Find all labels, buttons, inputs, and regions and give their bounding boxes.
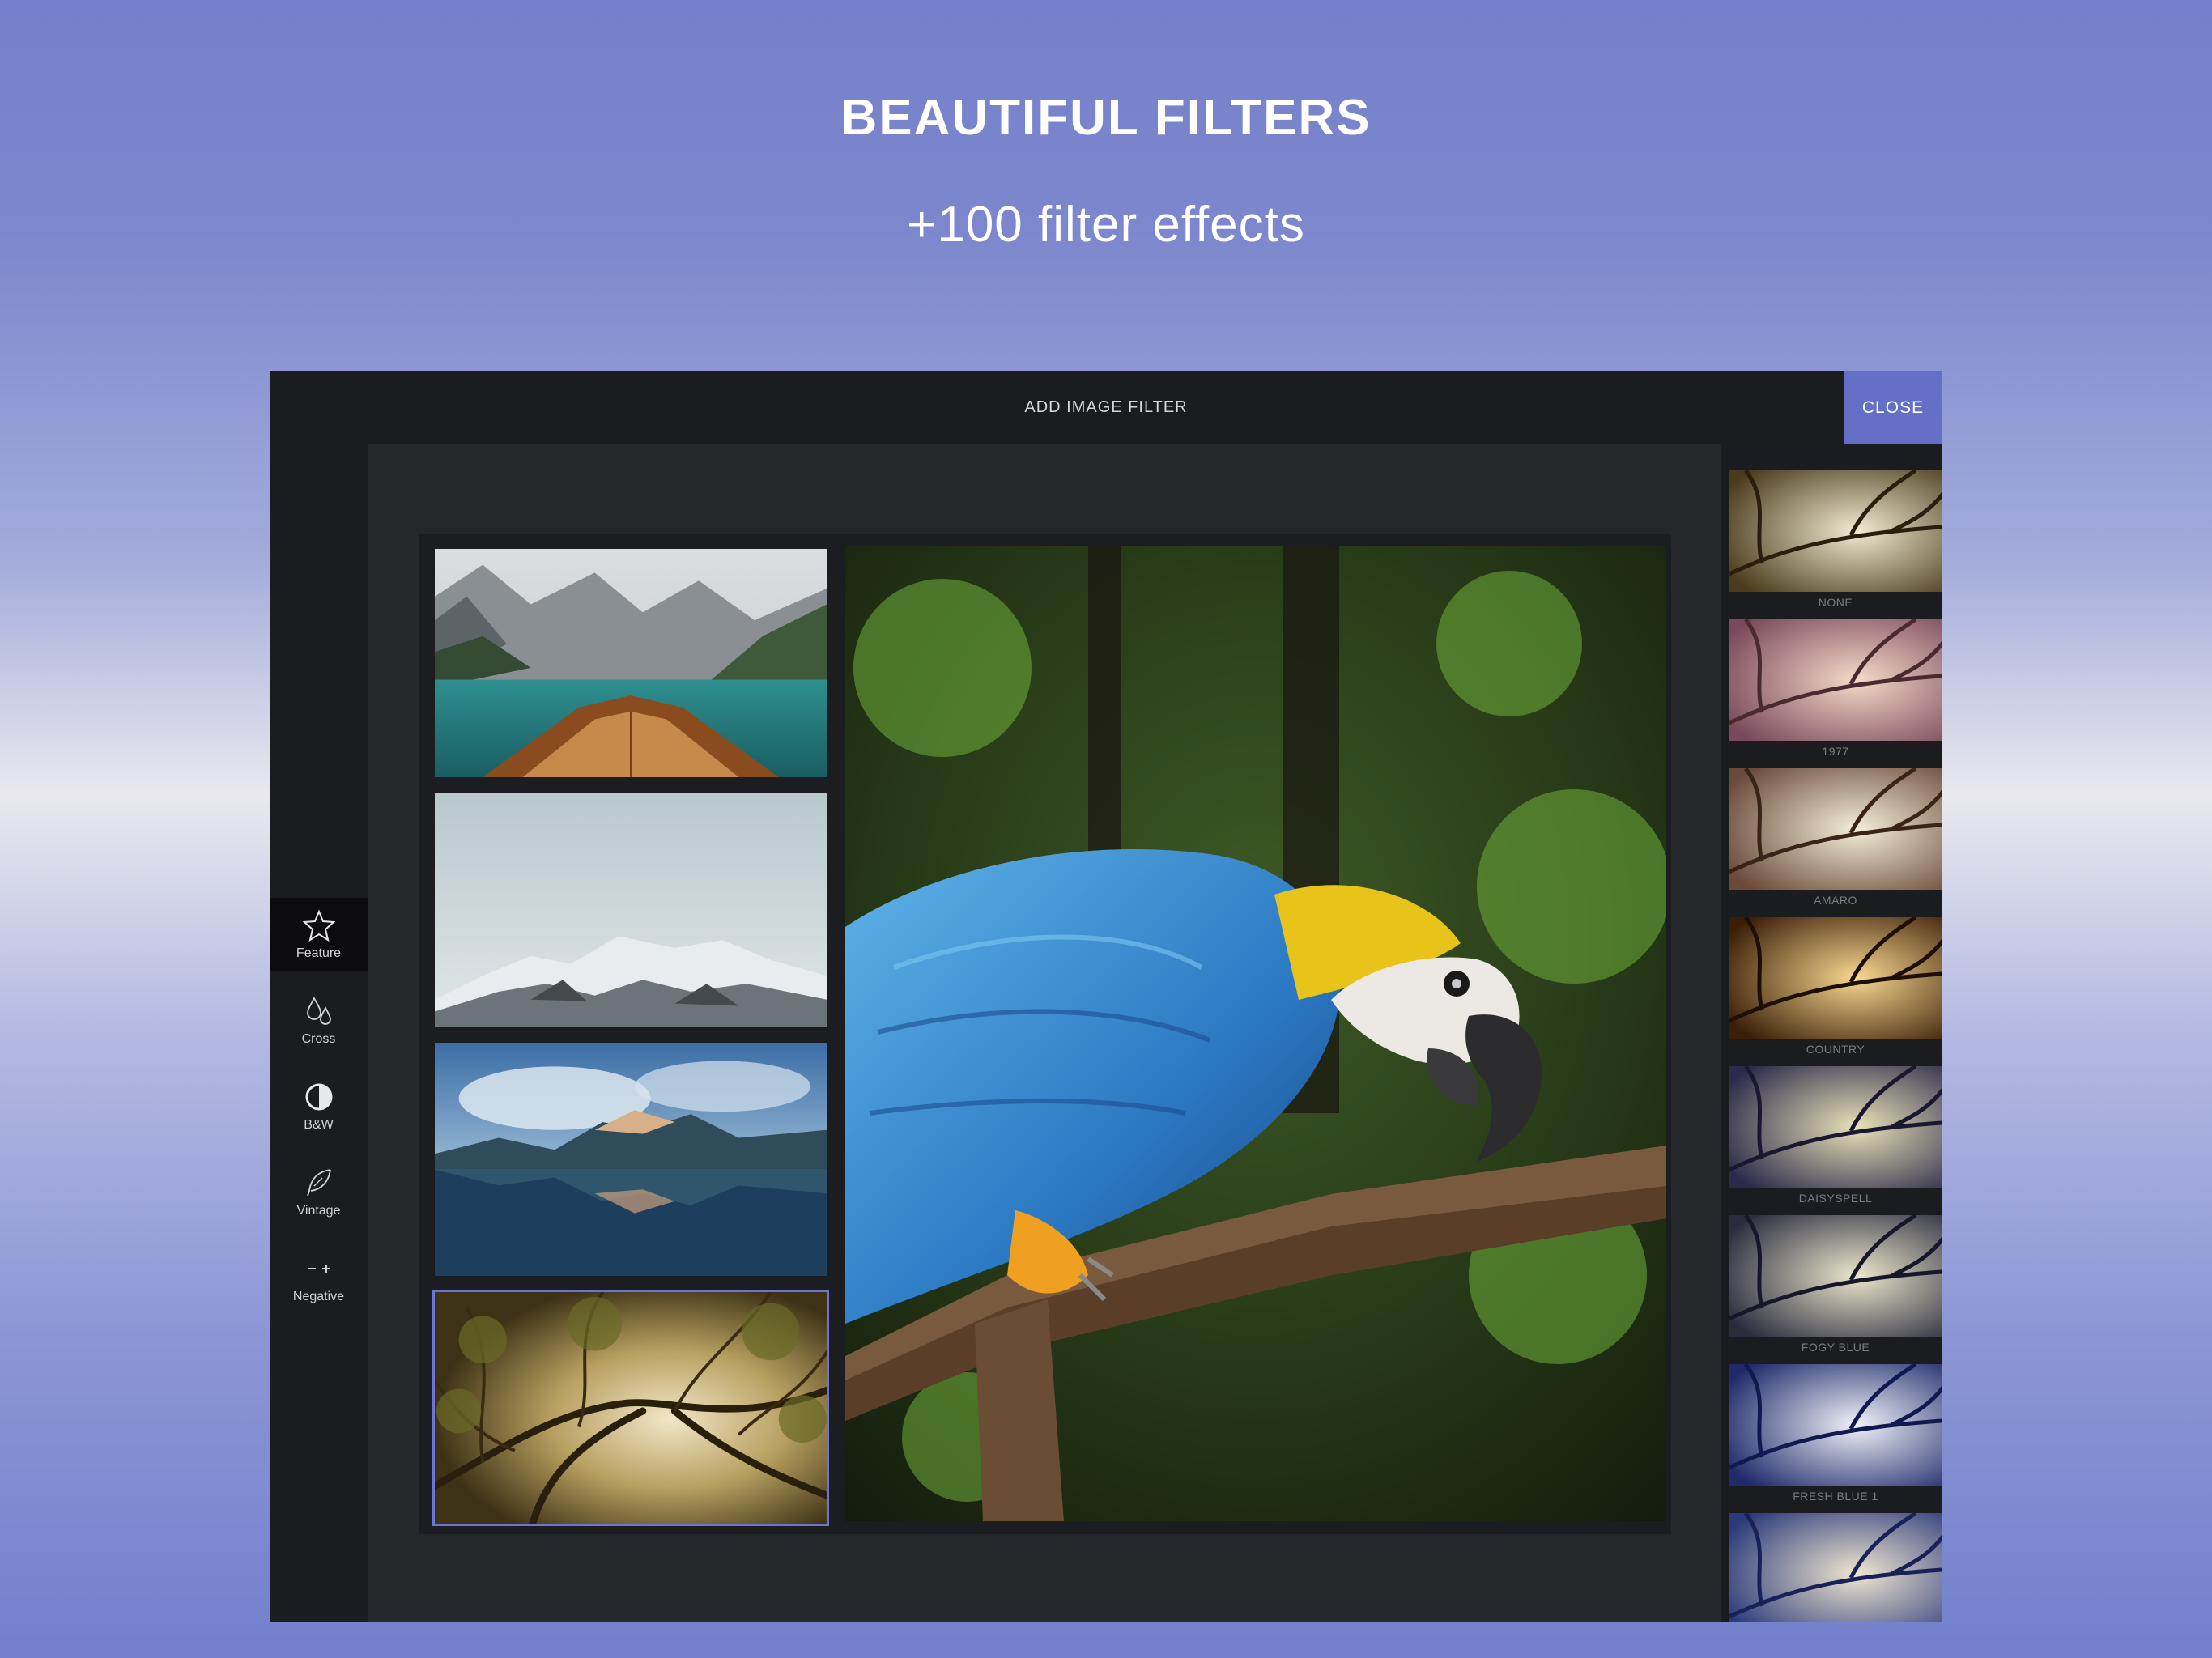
filter-label: NONE bbox=[1818, 596, 1853, 609]
filter-category-sidebar: Feature Cross B&W Vintage Negative bbox=[270, 444, 368, 1622]
filter-preset[interactable]: FOGY BLUE bbox=[1729, 1215, 1942, 1363]
sidebar-item-negative[interactable]: Negative bbox=[270, 1241, 368, 1314]
sidebar-item-feature[interactable]: Feature bbox=[270, 898, 368, 971]
filter-preview-image bbox=[1729, 1513, 1942, 1622]
sidebar-item-label: Feature bbox=[296, 946, 342, 960]
half-circle-icon bbox=[305, 1083, 332, 1111]
feather-icon bbox=[306, 1169, 331, 1197]
sidebar-item-cross[interactable]: Cross bbox=[270, 984, 368, 1056]
sidebar-item-vintage[interactable]: Vintage bbox=[270, 1155, 368, 1228]
drops-icon bbox=[306, 996, 331, 1025]
filter-preview-image bbox=[1729, 768, 1942, 890]
photo-thumbnail[interactable] bbox=[432, 546, 829, 780]
photo-thumbnail[interactable] bbox=[432, 1040, 829, 1278]
sidebar-item-label: B&W bbox=[304, 1118, 334, 1132]
lake-boat-image bbox=[435, 549, 827, 777]
sidebar-item-label: Negative bbox=[292, 1290, 345, 1303]
photo-panel bbox=[419, 534, 1671, 1534]
filter-preset[interactable]: 1977 bbox=[1729, 619, 1942, 767]
filter-preset[interactable]: COUNTRY bbox=[1729, 917, 1942, 1065]
dialog-title: ADD IMAGE FILTER bbox=[1024, 398, 1188, 416]
filter-preset[interactable]: AMARO bbox=[1729, 768, 1942, 916]
promo-title: BEAUTIFUL FILTERS bbox=[840, 90, 1372, 146]
filter-preset[interactable]: DAISYSPELL bbox=[1729, 1066, 1942, 1214]
filter-preview-image bbox=[1729, 917, 1942, 1039]
filter-label: AMARO bbox=[1814, 894, 1857, 907]
filter-preset[interactable] bbox=[1729, 1513, 1942, 1622]
minus-plus-icon bbox=[307, 1265, 330, 1273]
filter-preview-image bbox=[1729, 619, 1942, 741]
filter-preview-image bbox=[1729, 470, 1942, 592]
star-icon bbox=[302, 909, 335, 942]
filter-preset[interactable]: FRESH BLUE 1 bbox=[1729, 1364, 1942, 1511]
filter-presets-list: NONE 1977 AMARO COUNTRY DAISYSPELL FOGY … bbox=[1721, 444, 1942, 1622]
close-button[interactable]: CLOSE bbox=[1844, 371, 1942, 444]
editor-canvas bbox=[368, 444, 1721, 1622]
main-photo-preview bbox=[845, 546, 1666, 1521]
macaw-image bbox=[845, 546, 1666, 1521]
lake-reflection-image bbox=[435, 1043, 827, 1276]
app-window: ADD IMAGE FILTER CLOSE Feature Cross B&W bbox=[270, 371, 1942, 1622]
filter-preview-image bbox=[1729, 1364, 1942, 1486]
sidebar-item-bw[interactable]: B&W bbox=[270, 1069, 368, 1142]
promo-subtitle: +100 filter effects bbox=[907, 197, 1305, 253]
filter-preview-image bbox=[1729, 1066, 1942, 1188]
filter-label: FOGY BLUE bbox=[1801, 1341, 1870, 1354]
sidebar-item-label: Vintage bbox=[296, 1204, 341, 1218]
filter-preview-image bbox=[1729, 1215, 1942, 1337]
snowy-mountains-image bbox=[435, 793, 827, 1027]
sidebar-item-label: Cross bbox=[301, 1032, 336, 1046]
filter-label: COUNTRY bbox=[1806, 1043, 1865, 1056]
filter-preset[interactable]: NONE bbox=[1729, 470, 1942, 618]
filter-label: 1977 bbox=[1822, 745, 1849, 758]
photo-thumbnail-selected[interactable] bbox=[432, 1290, 829, 1526]
photo-thumbnail[interactable] bbox=[432, 791, 829, 1029]
top-bar: ADD IMAGE FILTER CLOSE bbox=[270, 371, 1942, 444]
filter-label: DAISYSPELL bbox=[1798, 1192, 1873, 1205]
tree-canopy-image bbox=[435, 1292, 827, 1524]
filter-label: FRESH BLUE 1 bbox=[1793, 1490, 1878, 1503]
